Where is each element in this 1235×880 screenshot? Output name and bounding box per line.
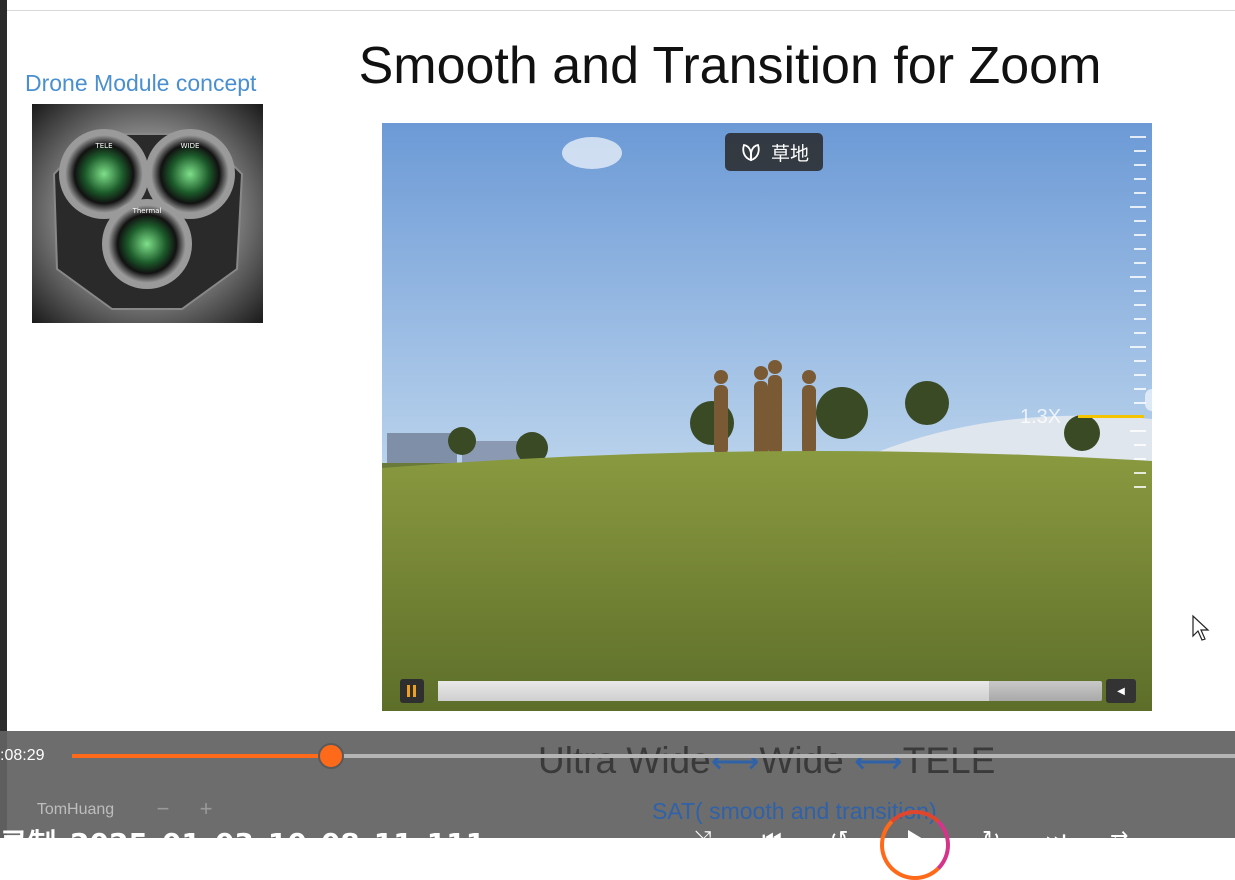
recording-stamp: 录制_2025_01_03_10_08_11_111: [0, 827, 486, 860]
range-wide: Wide: [759, 740, 844, 781]
top-divider: [7, 10, 1235, 11]
scene-tag: 草地: [725, 133, 823, 171]
elapsed-time: :08:29: [0, 747, 45, 764]
video-controls: ◀: [400, 679, 1136, 703]
repeat-icon[interactable]: ⇄: [1110, 828, 1128, 850]
video-seek-bar[interactable]: [438, 681, 1102, 701]
zoom-level-readout: 1.3X: [1020, 406, 1062, 428]
skip-previous-icon[interactable]: ⏮: [762, 828, 782, 850]
playback-controls: ⤨ ⏮ ↺ ↻ ⏭ ⇄: [690, 810, 1150, 880]
range-ultra-wide: Ultra Wide: [538, 740, 711, 781]
mouse-cursor-icon: [1192, 614, 1210, 641]
leaf-icon: [742, 143, 760, 162]
scene-tag-label: 草地: [770, 142, 809, 165]
pause-icon: [407, 685, 410, 697]
forward-icon[interactable]: ↻: [982, 828, 1000, 850]
shuffle-icon[interactable]: ⤨: [694, 828, 712, 850]
window-left-edge: [0, 0, 7, 838]
lens-label-thermal: Thermal: [132, 207, 162, 215]
playback-progress-handle[interactable]: [318, 743, 344, 769]
playback-progress-bar[interactable]: [72, 754, 1235, 758]
module-label: Drone Module concept: [25, 70, 257, 96]
play-button[interactable]: [880, 810, 950, 880]
zoom-out-button[interactable]: −: [143, 796, 183, 822]
drone-module-image: TELE WIDE Thermal: [32, 104, 263, 323]
skip-next-icon[interactable]: ⏭: [1046, 828, 1066, 850]
lens-label-tele: TELE: [94, 142, 112, 150]
play-icon: [908, 830, 928, 854]
zoom-ruler[interactable]: [1126, 131, 1148, 501]
rewind-icon[interactable]: ↺: [830, 828, 848, 850]
video-player[interactable]: 草地 1.3X ◀: [382, 123, 1152, 711]
zoom-slider-handle[interactable]: [1145, 389, 1152, 411]
pause-button[interactable]: [400, 679, 424, 703]
lens-label-wide: WIDE: [181, 142, 200, 150]
range-arrow-1: ⟷: [710, 743, 760, 781]
playback-progress-fill: [72, 754, 332, 758]
video-seek-played: [438, 681, 990, 701]
zoom-range-caption: Ultra Wide⟷Wide ⟷TELE: [538, 740, 995, 782]
zoom-in-button[interactable]: +: [186, 796, 226, 822]
range-arrow-2: ⟷: [854, 743, 903, 781]
slide-title: Smooth and Transition for Zoom: [358, 37, 1102, 95]
range-tele: TELE: [902, 740, 996, 781]
volume-button[interactable]: ◀: [1106, 679, 1136, 703]
zoom-indicator-bar: [1078, 415, 1144, 418]
slide: Drone Module concept TELE WIDE Thermal S…: [0, 0, 1235, 838]
speaker-icon: ◀: [1117, 685, 1125, 697]
